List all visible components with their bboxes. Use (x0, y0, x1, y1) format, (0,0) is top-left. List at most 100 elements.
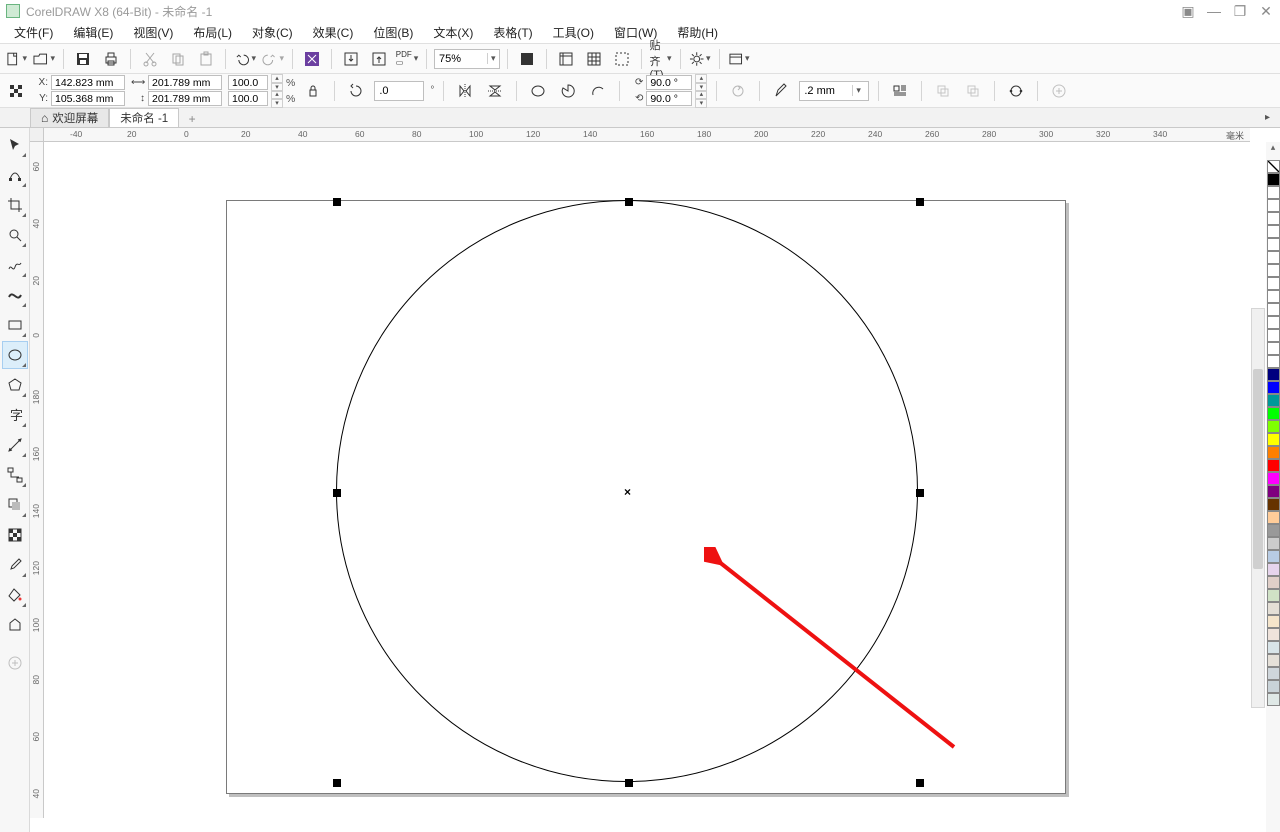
back-of-layer-button[interactable] (961, 79, 985, 103)
undo-button[interactable]: ▾ (233, 47, 257, 71)
color-swatch[interactable] (1267, 563, 1280, 576)
direction-button[interactable] (726, 79, 750, 103)
color-swatch[interactable] (1267, 485, 1280, 498)
eyedropper-tool[interactable] (2, 551, 28, 579)
quick-customize-tool[interactable] (2, 649, 28, 677)
vertical-scrollbar[interactable] (1251, 308, 1265, 708)
h-input[interactable] (148, 91, 222, 106)
menu-text[interactable]: 文本(X) (423, 22, 483, 43)
sel-handle-s[interactable] (625, 779, 633, 787)
wrap-text-button[interactable] (888, 79, 912, 103)
new-button[interactable]: ▾ (4, 47, 28, 71)
zoom-combo[interactable]: ▾ (434, 49, 500, 69)
tab-document[interactable]: 未命名 -1 (109, 108, 179, 127)
export-button[interactable] (367, 47, 391, 71)
color-swatch[interactable] (1267, 238, 1280, 251)
copy-button[interactable] (166, 47, 190, 71)
color-swatch[interactable] (1267, 329, 1280, 342)
scrollbar-thumb[interactable] (1253, 369, 1263, 569)
color-swatch[interactable] (1267, 537, 1280, 550)
color-swatch[interactable] (1267, 342, 1280, 355)
crop-tool[interactable] (2, 191, 28, 219)
end-angle-input[interactable] (646, 91, 692, 106)
color-swatch[interactable] (1267, 290, 1280, 303)
color-swatch[interactable] (1267, 199, 1280, 212)
show-guides-button[interactable] (610, 47, 634, 71)
drop-shadow-tool[interactable] (2, 491, 28, 519)
polygon-tool[interactable] (2, 371, 28, 399)
sel-handle-nw[interactable] (333, 198, 341, 206)
color-swatch[interactable] (1267, 420, 1280, 433)
close-icon[interactable]: ✕ (1258, 3, 1274, 19)
menu-layout[interactable]: 布局(L) (183, 22, 242, 43)
sy-input[interactable] (228, 91, 268, 106)
palette-up-arrow[interactable]: ▴ (1271, 142, 1276, 156)
search-content-button[interactable] (300, 47, 324, 71)
color-swatch[interactable] (1267, 667, 1280, 680)
y-input[interactable] (51, 91, 125, 106)
publish-pdf-button[interactable]: PDF▭▾ (395, 47, 419, 71)
menu-bitmap[interactable]: 位图(B) (363, 22, 423, 43)
color-swatch[interactable] (1267, 693, 1280, 706)
fullscreen-preview-button[interactable] (515, 47, 539, 71)
fill-tool[interactable] (2, 581, 28, 609)
menu-tools[interactable]: 工具(O) (543, 22, 604, 43)
parallel-dim-tool[interactable] (2, 431, 28, 459)
color-swatch[interactable] (1267, 303, 1280, 316)
smart-fill-tool[interactable] (2, 611, 28, 639)
horizontal-ruler[interactable]: 毫米 -402002040608010012014016018020022024… (44, 128, 1250, 142)
pie-button[interactable] (556, 79, 580, 103)
sel-handle-se[interactable] (916, 779, 924, 787)
color-swatch[interactable] (1267, 173, 1280, 186)
color-swatch[interactable] (1267, 459, 1280, 472)
color-swatch[interactable] (1267, 251, 1280, 264)
color-swatch[interactable] (1267, 498, 1280, 511)
zoom-tool[interactable] (2, 221, 28, 249)
quick-customize-button[interactable] (1047, 79, 1071, 103)
color-swatch[interactable] (1267, 186, 1280, 199)
text-tool[interactable]: 字 (2, 401, 28, 429)
save-button[interactable] (71, 47, 95, 71)
arc-button[interactable] (586, 79, 610, 103)
paste-button[interactable] (194, 47, 218, 71)
menu-object[interactable]: 对象(C) (242, 22, 303, 43)
snap-dropdown[interactable]: 贴齐(T)▾ (649, 47, 673, 71)
color-swatch[interactable] (1267, 472, 1280, 485)
no-fill-swatch[interactable] (1267, 160, 1280, 173)
artistic-media-tool[interactable] (2, 281, 28, 309)
color-swatch[interactable] (1267, 511, 1280, 524)
menu-help[interactable]: 帮助(H) (667, 22, 728, 43)
color-swatch[interactable] (1267, 615, 1280, 628)
menu-table[interactable]: 表格(T) (483, 22, 542, 43)
show-rulers-button[interactable] (554, 47, 578, 71)
color-swatch[interactable] (1267, 433, 1280, 446)
x-input[interactable] (51, 75, 125, 90)
ellipse-button[interactable] (526, 79, 550, 103)
tab-nav-arrow[interactable]: ▸ (1261, 112, 1274, 125)
shape-tool[interactable] (2, 161, 28, 189)
color-swatch[interactable] (1267, 394, 1280, 407)
color-swatch[interactable] (1267, 381, 1280, 394)
maximize-icon[interactable]: ❐ (1232, 3, 1248, 19)
add-tab-button[interactable]: + (183, 111, 201, 127)
menu-file[interactable]: 文件(F) (4, 22, 63, 43)
ellipse-tool[interactable] (2, 341, 28, 369)
menu-edit[interactable]: 编辑(E) (63, 22, 123, 43)
print-button[interactable] (99, 47, 123, 71)
color-swatch[interactable] (1267, 225, 1280, 238)
canvas[interactable]: × (44, 142, 1250, 818)
redo-button[interactable]: ▾ (261, 47, 285, 71)
convert-curves-button[interactable] (1004, 79, 1028, 103)
vertical-ruler[interactable]: 6040200180160140120100806040 (30, 142, 44, 818)
lock-ratio-button[interactable] (301, 79, 325, 103)
color-swatch[interactable] (1267, 407, 1280, 420)
tab-welcome[interactable]: ⌂欢迎屏幕 (30, 108, 109, 127)
import-button[interactable] (339, 47, 363, 71)
transparency-tool[interactable] (2, 521, 28, 549)
color-swatch[interactable] (1267, 641, 1280, 654)
color-swatch[interactable] (1267, 550, 1280, 563)
sel-handle-w[interactable] (333, 489, 341, 497)
color-swatch[interactable] (1267, 628, 1280, 641)
show-grid-button[interactable] (582, 47, 606, 71)
mirror-h-button[interactable] (453, 79, 477, 103)
